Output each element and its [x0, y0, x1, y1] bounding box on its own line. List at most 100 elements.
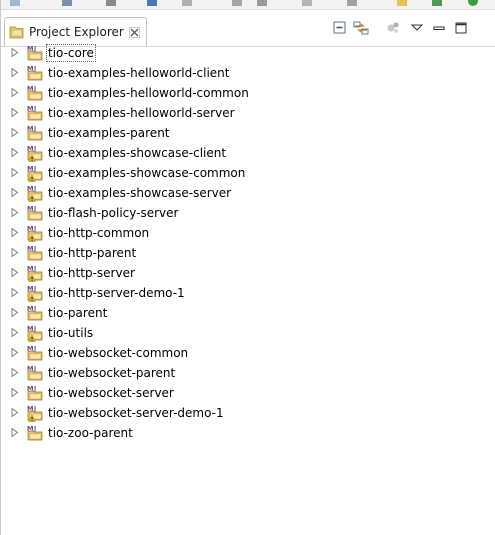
toolbar-icon[interactable]: [9, 0, 21, 7]
tree-row-tio-examples-helloworld-client[interactable]: M J tio-examples-helloworld-client: [1, 63, 495, 83]
expand-arrow-icon[interactable]: [11, 268, 19, 277]
toolbar-icon[interactable]: [301, 0, 313, 7]
svg-text:J: J: [33, 306, 36, 313]
expand-arrow-icon[interactable]: [11, 408, 19, 417]
toolbar-icon[interactable]: [256, 0, 268, 7]
toolbar-icon[interactable]: [396, 0, 408, 7]
tree-row-tio-http-server-demo-1[interactable]: M Jtio-http-server-demo-1: [1, 283, 495, 303]
expand-arrow-icon[interactable]: [11, 88, 19, 97]
expand-arrow-icon[interactable]: [11, 248, 19, 257]
tree-row-tio-utils[interactable]: M Jtio-utils: [1, 323, 495, 343]
expand-arrow-icon[interactable]: [11, 188, 19, 197]
tree-row-tio-http-parent[interactable]: M Jtio-http-parent: [1, 243, 495, 263]
maven-project-icon: MJ: [27, 65, 43, 81]
project-name[interactable]: tio-websocket-server-demo-1: [48, 405, 224, 421]
tree-row-tio-examples-showcase-server[interactable]: M Jtio-examples-showcase-server: [1, 183, 495, 203]
tree-row-tio-websocket-common[interactable]: M J tio-websocket-common: [1, 343, 495, 363]
tree-row-tio-parent[interactable]: M Jtio-parent: [1, 303, 495, 323]
project-name[interactable]: tio-zoo-parent: [48, 425, 133, 441]
expand-arrow-icon[interactable]: [11, 308, 19, 317]
toolbar-icon[interactable]: [467, 0, 479, 7]
project-name[interactable]: tio-http-server: [48, 265, 135, 281]
tree-row-tio-websocket-server-demo-1[interactable]: M J tio-websocket-server-demo-1: [1, 403, 495, 423]
tree-row-tio-websocket-parent[interactable]: M Jtio-websocket-parent: [1, 363, 495, 383]
expand-arrow-icon[interactable]: [11, 288, 19, 297]
tree-row-tio-examples-parent[interactable]: M Jtio-examples-parent: [1, 123, 495, 143]
svg-text:J: J: [33, 126, 36, 133]
expand-arrow-icon[interactable]: [11, 368, 19, 377]
svg-text:M: M: [27, 45, 33, 53]
project-name[interactable]: tio-examples-helloworld-common: [48, 85, 249, 101]
project-name[interactable]: tio-examples-showcase-server: [48, 185, 231, 201]
tree-row-tio-examples-showcase-client[interactable]: M Jtio-examples-showcase-client: [1, 143, 495, 163]
toolbar-icon[interactable]: [431, 0, 443, 7]
svg-text:J: J: [33, 366, 36, 373]
expand-arrow-icon[interactable]: [11, 48, 19, 57]
tree-row-tio-http-common[interactable]: M Jtio-http-common: [1, 223, 495, 243]
filter-icon[interactable]: [384, 19, 402, 37]
tree-row-tio-flash-policy-server[interactable]: M Jtio-flash-policy-server: [1, 203, 495, 223]
project-tree: M Jtio-core M Jtio-examples-helloworld-clie…: [1, 43, 495, 443]
project-name[interactable]: tio-websocket-server: [48, 385, 174, 401]
project-name[interactable]: tio-websocket-common: [48, 345, 188, 361]
maximize-icon[interactable]: [452, 19, 470, 37]
project-name[interactable]: tio-http-common: [48, 225, 149, 241]
toolbar-icon[interactable]: [181, 0, 193, 7]
project-name[interactable]: tio-utils: [48, 325, 93, 341]
project-name[interactable]: tio-examples-showcase-client: [48, 145, 226, 161]
svg-text:J: J: [33, 346, 36, 353]
maven-project-icon: MJ: [27, 345, 43, 361]
close-icon[interactable]: [129, 26, 140, 38]
tree-row-tio-websocket-server[interactable]: M Jtio-websocket-server: [1, 383, 495, 403]
project-name[interactable]: tio-http-server-demo-1: [48, 285, 185, 301]
project-name[interactable]: tio-core: [46, 44, 96, 62]
tab-project-explorer[interactable]: Project Explorer: [4, 17, 147, 46]
expand-arrow-icon[interactable]: [11, 108, 19, 117]
expand-arrow-icon[interactable]: [11, 388, 19, 397]
tree-row-tio-examples-helloworld-server[interactable]: M J tio-examples-helloworld-server: [1, 103, 495, 123]
collapse-all-icon[interactable]: [331, 19, 349, 37]
toolbar-icon[interactable]: [61, 0, 73, 7]
project-name[interactable]: tio-examples-helloworld-client: [48, 65, 230, 81]
toolbar-icon[interactable]: [346, 0, 358, 7]
link-with-editor-icon[interactable]: [352, 19, 370, 37]
view-menu-icon[interactable]: [408, 19, 426, 37]
toolbar-icon[interactable]: [105, 0, 117, 7]
expand-arrow-icon[interactable]: [11, 228, 19, 237]
project-name[interactable]: tio-parent: [48, 305, 107, 321]
expand-arrow-icon[interactable]: [11, 148, 19, 157]
svg-text:M: M: [27, 425, 33, 433]
project-name[interactable]: tio-examples-helloworld-server: [48, 105, 235, 121]
maven-project-icon: MJ: [27, 105, 43, 121]
maven-project-icon: MJ: [27, 405, 43, 422]
svg-text:M: M: [27, 385, 33, 393]
expand-arrow-icon[interactable]: [11, 168, 19, 177]
svg-text:J: J: [33, 46, 36, 53]
view-header: Project Explorer: [1, 13, 495, 47]
expand-arrow-icon[interactable]: [11, 348, 19, 357]
expand-arrow-icon[interactable]: [11, 208, 19, 217]
svg-text:M: M: [27, 105, 33, 113]
project-name[interactable]: tio-examples-showcase-common: [48, 165, 245, 181]
toolbar-icon[interactable]: [146, 0, 158, 7]
expand-arrow-icon[interactable]: [11, 68, 19, 77]
tree-row-tio-zoo-parent[interactable]: M Jtio-zoo-parent: [1, 423, 495, 443]
expand-arrow-icon[interactable]: [11, 328, 19, 337]
expand-arrow-icon[interactable]: [11, 428, 19, 437]
svg-text:M: M: [27, 365, 33, 373]
tree-row-tio-examples-helloworld-common[interactable]: M Jtio-examples-helloworld-common: [1, 83, 495, 103]
tree-row-tio-core[interactable]: M Jtio-core: [1, 43, 495, 63]
project-name[interactable]: tio-examples-parent: [48, 125, 170, 141]
project-name[interactable]: tio-http-parent: [48, 245, 136, 261]
svg-text:M: M: [27, 305, 33, 313]
svg-text:J: J: [33, 286, 36, 293]
project-name[interactable]: tio-websocket-parent: [48, 365, 175, 381]
minimize-icon[interactable]: [430, 19, 448, 37]
project-name[interactable]: tio-flash-policy-server: [48, 205, 178, 221]
svg-text:J: J: [33, 386, 36, 393]
tree-row-tio-examples-showcase-common[interactable]: M Jtio-examples-showcase-common: [1, 163, 495, 183]
expand-arrow-icon[interactable]: [11, 128, 19, 137]
tree-row-tio-http-server[interactable]: M Jtio-http-server: [1, 263, 495, 283]
maven-project-icon: MJ: [27, 305, 43, 321]
toolbar-icon[interactable]: [231, 0, 243, 7]
